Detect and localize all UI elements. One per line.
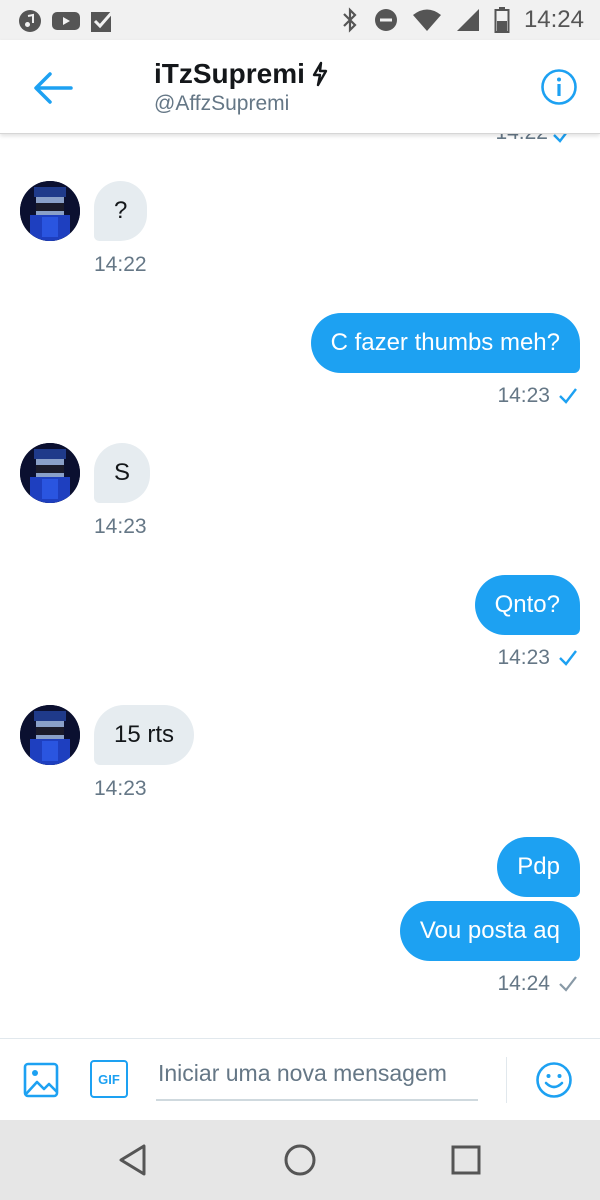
wifi-icon [412,9,441,31]
checkmark-icon [559,976,577,992]
composer-divider [506,1057,507,1103]
image-icon[interactable] [22,1060,62,1100]
message-bubble-outgoing[interactable]: Qnto? [474,575,580,635]
battery-icon [494,7,510,33]
music-note-icon [19,10,41,32]
info-icon[interactable] [540,68,578,106]
avatar[interactable] [20,705,80,765]
status-bar: 14:24 [0,0,600,40]
cell-signal-icon [456,9,479,31]
lightning-icon [312,61,328,87]
conversation-header: iTzSupremi @AffzSupremi [0,40,600,134]
message-composer: GIF [0,1038,600,1120]
contact-name-row: iTzSupremi [154,58,329,90]
checkmark-icon [559,388,577,404]
system-nav-bar [0,1120,600,1200]
message-bubble-incoming[interactable]: 15 rts [94,705,195,765]
checkbox-icon [91,9,116,32]
message-timestamp: 14:24 [497,972,550,995]
status-time: 14:24 [523,6,584,33]
back-button[interactable] [30,66,76,110]
minecraft-avatar-image [20,181,80,241]
minecraft-avatar-image [20,443,80,503]
message-bubble-outgoing[interactable]: Vou posta aq [399,901,580,961]
youtube-icon [52,12,80,30]
message-bubble-outgoing[interactable]: Pdp [497,837,580,897]
conversation-title-block[interactable]: iTzSupremi @AffzSupremi [154,58,329,116]
message-bubble-incoming[interactable]: ? [94,181,148,241]
do-not-disturb-icon [374,9,397,31]
message-timestamp: 14:23 [497,384,550,407]
checkmark-icon [553,134,567,143]
gif-button[interactable]: GIF [90,1060,128,1098]
recents-square-icon[interactable] [446,1140,486,1180]
contact-handle: @AffzSupremi [154,92,290,115]
message-timestamp: 14:22 [495,134,548,145]
message-input[interactable] [156,1055,478,1101]
bluetooth-icon [343,7,357,33]
avatar[interactable] [20,181,80,241]
arrow-left-icon [34,72,73,104]
back-triangle-icon[interactable] [114,1140,154,1180]
message-bubble-incoming[interactable]: S [94,443,151,503]
message-timestamp: 14:23 [497,646,550,669]
message-timestamp: 14:23 [94,777,147,800]
message-timestamp: 14:23 [94,515,147,538]
contact-name: iTzSupremi [154,58,305,89]
message-timestamp: 14:22 [94,253,147,276]
checkmark-icon [559,650,577,666]
emoji-icon[interactable] [535,1061,573,1099]
gif-label: GIF [98,1071,120,1087]
message-bubble-outgoing[interactable]: C fazer thumbs meh? [310,313,580,373]
minecraft-avatar-image [20,705,80,765]
home-circle-icon[interactable] [280,1140,320,1180]
avatar[interactable] [20,443,80,503]
message-list[interactable]: 14:22 ? 14:22 C fazer thumbs meh? 14:23 [0,134,600,1038]
